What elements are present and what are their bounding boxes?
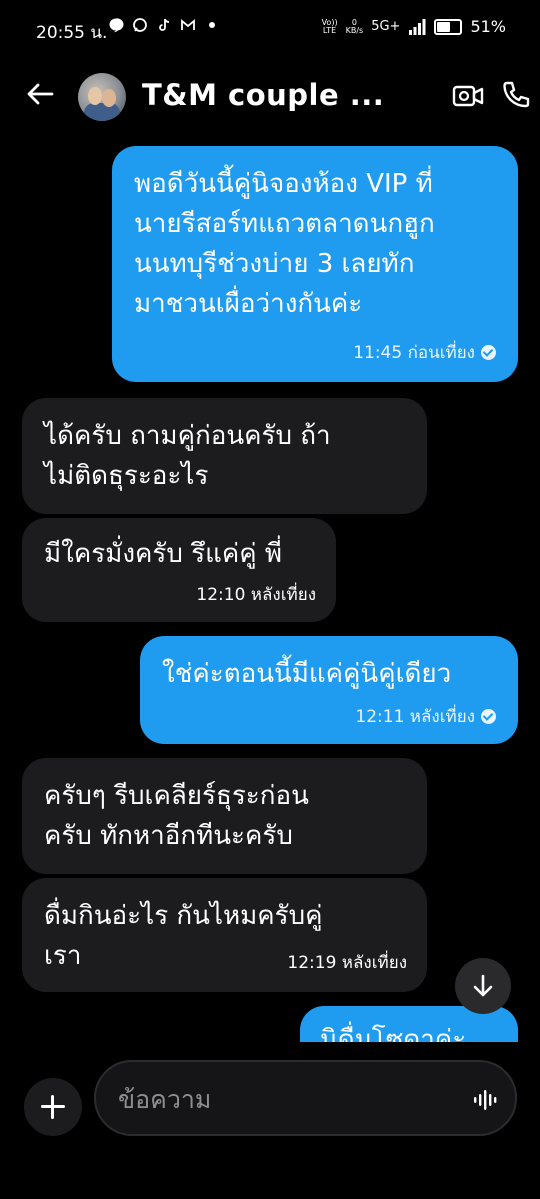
scroll-to-bottom-button[interactable] <box>455 958 511 1014</box>
battery-percent: 51% <box>470 17 506 36</box>
outgoing-message[interactable]: พอดีวันนี้คู่นิจองห้อง VIP ที่ นายรีสอร์… <box>112 146 518 382</box>
message-text: พอดีวันนี้คู่นิจองห้อง VIP ที่ นายรีสอร์… <box>134 169 435 319</box>
voice-message-icon[interactable] <box>472 1088 500 1112</box>
message-time: 12:10 หลังเที่ยง <box>196 585 316 605</box>
network-type: 5G+ <box>371 19 401 34</box>
chat-bubble-icon <box>109 18 124 33</box>
gmail-icon <box>181 19 195 30</box>
phone-call-icon[interactable] <box>500 80 532 112</box>
message-meta: 12:19 หลังเที่ยง <box>287 949 407 976</box>
incoming-message[interactable]: ดื่มกินอ่ะไร กันไหมครับคู่ เรา 12:19 หลั… <box>22 878 427 992</box>
add-attachment-button[interactable] <box>24 1078 82 1136</box>
read-check-icon <box>481 709 496 724</box>
message-text: ได้ครับ ถามคู่ก่อนครับ ถ้า ไม่ติดธุระอะไ… <box>44 421 331 491</box>
arrow-down-icon <box>473 974 493 997</box>
data-rate: 0 KB/s <box>345 17 364 35</box>
composer <box>0 1042 540 1199</box>
message-text: มีใครมั่งครับ รึแค่คู่ พี่ <box>44 539 283 569</box>
message-input[interactable] <box>116 1080 450 1118</box>
tiktok-icon <box>159 18 170 31</box>
message-meta: 11:45 ก่อนเที่ยง <box>353 339 496 366</box>
message-text: ใช่ค่ะตอนนี้มีแค่คู่นิคู่เดียว <box>162 659 452 689</box>
message-input-container[interactable] <box>94 1060 517 1136</box>
chat-title[interactable]: T&M couple ... <box>142 78 384 112</box>
message-time: 12:19 หลังเที่ยง <box>287 953 407 973</box>
incoming-message[interactable]: ได้ครับ ถามคู่ก่อนครับ ถ้า ไม่ติดธุระอะไ… <box>22 398 427 514</box>
message-time: 11:45 ก่อนเที่ยง <box>353 343 475 363</box>
status-time: 20:55 น. <box>36 23 108 43</box>
back-arrow-icon[interactable] <box>24 78 56 110</box>
system-status: Vo)) LTE 0 KB/s 5G+ 51% <box>322 17 506 36</box>
message-meta: 12:10 หลังเที่ยง <box>196 581 316 608</box>
more-dot-icon <box>209 22 215 28</box>
message-text: ครับๆ รีบเคลียร์ธุระก่อน ครับ ทักหาอีกที… <box>44 781 309 851</box>
incoming-message[interactable]: มีใครมั่งครับ รึแค่คู่ พี่ 12:10 หลังเที… <box>22 518 336 622</box>
read-check-icon <box>481 345 496 360</box>
notification-icons <box>108 17 220 33</box>
outgoing-message[interactable]: ใช่ค่ะตอนนี้มีแค่คู่นิคู่เดียว 12:11 หลั… <box>140 636 518 744</box>
message-icon <box>133 18 147 32</box>
message-list[interactable]: พอดีวันนี้คู่นิจองห้อง VIP ที่ นายรีสอร์… <box>0 134 540 1042</box>
volte-indicator: Vo)) LTE <box>321 17 338 35</box>
video-call-icon[interactable] <box>452 82 484 110</box>
message-meta: 12:11 หลังเที่ยง <box>355 703 496 730</box>
signal-icon <box>409 18 426 35</box>
chat-header: T&M couple ... <box>0 60 540 134</box>
message-text: นิดื่มโซดาค่ะ <box>320 1025 467 1042</box>
avatar[interactable] <box>78 73 126 121</box>
incoming-message[interactable]: ครับๆ รีบเคลียร์ธุระก่อน ครับ ทักหาอีกที… <box>22 758 427 874</box>
message-time: 12:11 หลังเที่ยง <box>355 707 475 727</box>
status-bar: 20:55 น. Vo)) LTE 0 KB/s 5G+ 51% <box>0 0 540 60</box>
battery-icon <box>434 18 463 35</box>
